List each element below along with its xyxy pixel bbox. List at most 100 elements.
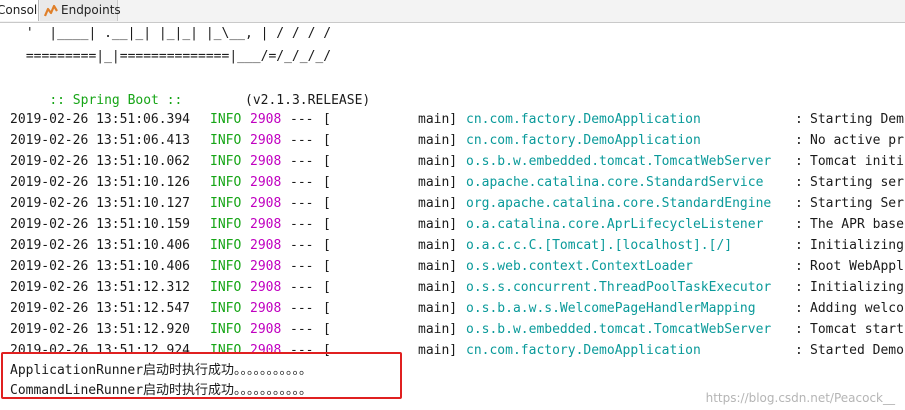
log-message: Adding welco [810,301,904,316]
log-pid: 2908 [250,196,282,211]
log-logger: o.s.b.a.w.s.WelcomePageHandlerMapping [466,301,756,316]
log-thread-bracket: [ [323,301,331,316]
log-thread-bracket: [ [323,322,331,337]
log-thread: main] [418,322,458,337]
log-separator: --- [290,175,314,190]
log-message: Initializing [810,238,904,253]
banner-ascii-line: ' |____| .__|_| |_|_| |_\__, | / / / / [18,26,332,41]
highlight-box [1,352,402,399]
log-timestamp: 2019-02-26 13:51:10.126 [10,175,191,190]
log-line: 2019-02-26 13:51:10.159 INFO 2908 --- [main]… [0,214,905,235]
log-level: INFO [210,154,242,169]
log-message: Starting ser [810,175,904,190]
log-pid: 2908 [250,259,282,274]
log-thread-bracket: [ [323,112,331,127]
log-logger: cn.com.factory.DemoApplication [466,133,701,148]
log-level: INFO [210,322,242,337]
log-pid: 2908 [250,280,282,295]
log-colon: : [795,112,803,127]
log-pid: 2908 [250,301,282,316]
log-thread-bracket: [ [323,133,331,148]
log-line: 2019-02-26 13:51:12.312 INFO 2908 --- [main]… [0,277,905,298]
log-message: The APR base [810,217,904,232]
log-colon: : [795,259,803,274]
log-colon: : [795,154,803,169]
log-lines: 2019-02-26 13:51:06.394 INFO 2908 --- [ main]… [0,109,905,361]
log-logger: o.a.catalina.core.AprLifecycleListener [466,217,764,232]
log-separator: --- [290,259,314,274]
log-colon: : [795,343,803,358]
log-line: 2019-02-26 13:51:06.413 INFO 2908 --- [main]… [0,130,905,151]
log-thread-bracket: [ [323,280,331,295]
log-level: INFO [210,175,242,190]
log-line: 2019-02-26 13:51:10.127 INFO 2908 --- [main]… [0,193,905,214]
console-tab-bar: Console Endpoints [0,0,905,23]
log-timestamp: 2019-02-26 13:51:06.394 [10,112,191,127]
spring-boot-label: :: Spring Boot :: [49,93,183,108]
log-pid: 2908 [250,322,282,337]
log-pid: 2908 [250,112,282,127]
log-colon: : [795,133,803,148]
log-timestamp: 2019-02-26 13:51:12.920 [10,322,191,337]
log-colon: : [795,196,803,211]
log-separator: --- [290,238,314,253]
log-logger: o.s.b.w.embedded.tomcat.TomcatWebServer [466,322,772,337]
log-thread: main] [418,217,458,232]
log-line: 2019-02-26 13:51:10.126 INFO 2908 --- [main]… [0,172,905,193]
log-colon: : [795,301,803,316]
log-thread-bracket: [ [323,238,331,253]
log-message: Starting Ser [810,196,904,211]
log-thread: main] [418,301,458,316]
log-thread: main] [418,196,458,211]
log-pid: 2908 [250,154,282,169]
log-separator: --- [290,112,314,127]
log-level: INFO [210,259,242,274]
log-colon: : [795,217,803,232]
log-level: INFO [210,112,242,127]
log-timestamp: 2019-02-26 13:51:10.062 [10,154,191,169]
log-separator: --- [290,196,314,211]
log-message: Tomcat start [810,322,904,337]
log-thread-bracket: [ [323,217,331,232]
log-timestamp: 2019-02-26 13:51:10.406 [10,238,191,253]
log-thread-bracket: [ [323,259,331,274]
log-timestamp: 2019-02-26 13:51:06.413 [10,133,191,148]
log-thread: main] [418,259,458,274]
log-logger: cn.com.factory.DemoApplication [466,343,701,358]
log-pid: 2908 [250,175,282,190]
banner-ascii-line: =========|_|==============|___/=/_/_/_/ [18,49,332,64]
log-timestamp: 2019-02-26 13:51:12.312 [10,280,191,295]
console-output[interactable]: ' |____| .__|_| |_|_| |_\__, | / / / / =… [0,22,905,410]
log-pid: 2908 [250,238,282,253]
log-colon: : [795,322,803,337]
log-thread: main] [418,238,458,253]
tab-console[interactable]: Console [0,0,39,21]
log-message: Initializing [810,280,904,295]
log-logger: o.s.b.w.embedded.tomcat.TomcatWebServer [466,154,772,169]
log-thread-bracket: [ [323,154,331,169]
log-level: INFO [210,280,242,295]
log-message: Root WebAppl [810,259,904,274]
log-message: Starting Dem [810,112,904,127]
tab-endpoints[interactable]: Endpoints [40,0,121,21]
log-separator: --- [290,280,314,295]
log-level: INFO [210,133,242,148]
log-level: INFO [210,238,242,253]
log-logger: o.apache.catalina.core.StandardService [466,175,764,190]
log-separator: --- [290,301,314,316]
log-line: 2019-02-26 13:51:06.394 INFO 2908 --- [main]… [0,109,905,130]
log-line: 2019-02-26 13:51:12.920 INFO 2908 --- [main]… [0,319,905,340]
log-line: 2019-02-26 13:51:10.062 INFO 2908 --- [main]… [0,151,905,172]
log-line: 2019-02-26 13:51:12.547 INFO 2908 --- [main]… [0,298,905,319]
log-timestamp: 2019-02-26 13:51:10.127 [10,196,191,211]
log-colon: : [795,280,803,295]
log-message: Tomcat initi [810,154,904,169]
log-message: No active pr [810,133,904,148]
log-timestamp: 2019-02-26 13:51:10.406 [10,259,191,274]
log-timestamp: 2019-02-26 13:51:10.159 [10,217,191,232]
spring-boot-version: (v2.1.3.RELEASE) [245,93,371,108]
log-logger: org.apache.catalina.core.StandardEngine [466,196,772,211]
log-thread-bracket: [ [323,196,331,211]
watermark: https://blog.csdn.net/Peacock__ [705,391,895,405]
log-timestamp: 2019-02-26 13:51:12.547 [10,301,191,316]
